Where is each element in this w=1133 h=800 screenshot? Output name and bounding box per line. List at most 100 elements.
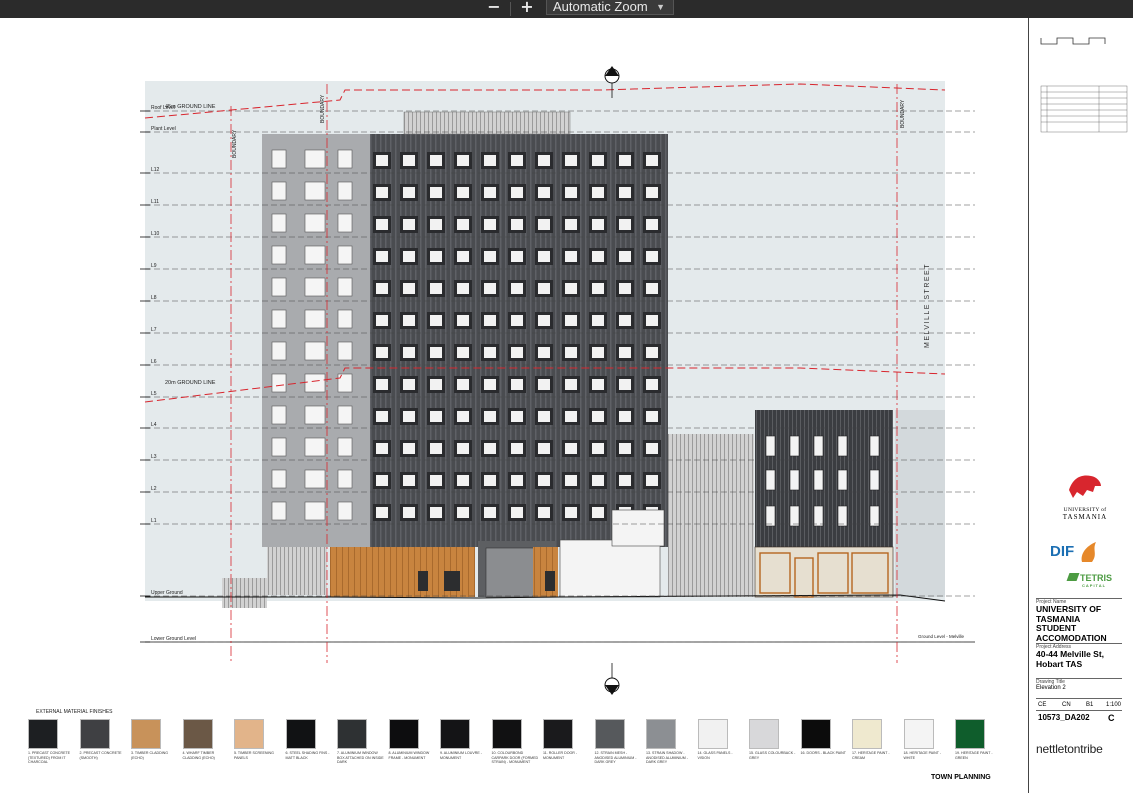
level-label: Lower Ground Level: [151, 636, 196, 642]
title-block: [1028, 18, 1133, 793]
tower-window-glass: [565, 315, 577, 326]
material-swatch-label: 19. HERITAGE PAINT - GREEN: [955, 751, 993, 760]
sheet-size: B1: [1086, 702, 1094, 708]
tower-window-glass: [430, 315, 442, 326]
tower-window-glass: [430, 347, 442, 358]
title-block-scale-and-revisions: [1040, 37, 1128, 133]
tower-window-glass: [511, 315, 523, 326]
tower-window-glass: [511, 347, 523, 358]
tower-window-glass: [511, 379, 523, 390]
material-swatch: [79, 719, 110, 749]
tower-window-glass: [565, 187, 577, 198]
material-swatch: [749, 719, 779, 749]
tower-window-glass: [430, 283, 442, 294]
material-swatch: [594, 719, 625, 749]
tower-window-glass: [484, 475, 496, 486]
tower-window-glass: [430, 411, 442, 422]
drawing-title-box: Drawing Title Elevation 2: [1036, 678, 1122, 691]
tower-window-glass: [484, 155, 496, 166]
tower-window-glass: [457, 219, 469, 230]
material-swatch-label: 5. TIMBER SCREENING PANELS: [234, 751, 274, 760]
firm-logo: nettletontribe: [1036, 742, 1103, 756]
tower-window-glass: [376, 283, 388, 294]
tower-window-glass: [376, 475, 388, 486]
tower-window-glass: [403, 475, 415, 486]
tower-window-glass: [565, 411, 577, 422]
tower-window-glass: [538, 187, 550, 198]
zoom-select[interactable]: Automatic Zoom ▼: [546, 0, 674, 15]
tower-window-glass: [430, 187, 442, 198]
tower-window-glass: [484, 507, 496, 518]
midblock-timber-screen: [668, 434, 754, 597]
tower-window-glass: [511, 411, 523, 422]
material-swatch-label: 2. PRECAST CONCRETE (SMOOTH): [79, 751, 122, 760]
material-swatch-label: 6. STEEL SHADING FINS - MATT BLACK: [285, 751, 330, 760]
tower-window-glass: [565, 283, 577, 294]
tetris-sub-text: CAPITAL: [1082, 583, 1107, 588]
level-label: L4: [151, 422, 157, 428]
tower-window-glass: [646, 187, 658, 198]
level-label: L9: [151, 263, 157, 269]
tower-window-glass: [538, 219, 550, 230]
material-swatch: [646, 719, 676, 749]
tower-window-glass: [484, 251, 496, 262]
tower-window-glass: [511, 283, 523, 294]
material-swatch: [697, 719, 728, 749]
zoom-in-button[interactable]: +: [518, 0, 536, 16]
tower-window-glass: [430, 475, 442, 486]
tower-window-glass: [430, 251, 442, 262]
tower-window-glass: [376, 219, 388, 230]
west-podium-screen: [267, 547, 327, 595]
tower-window-glass: [511, 443, 523, 454]
drawn-by: CE: [1038, 702, 1047, 708]
tower-window-glass: [538, 283, 550, 294]
drawing-number: 10573_DA202: [1038, 713, 1090, 722]
level-label: Roof Level: [151, 105, 175, 111]
tower-window-glass: [457, 379, 469, 390]
university-logo: UNIVERSITY of TASMANIA: [1050, 470, 1120, 521]
material-swatch-label: 13. STRAIN SHADOW - ANODISED ALUMINIUM -…: [646, 751, 688, 764]
tower-window-glass: [592, 283, 604, 294]
material-swatch-label: 15. GLASS COLOURBACK - GREY: [749, 751, 796, 760]
heritage-shopfront: [754, 546, 894, 598]
tower-window-glass: [484, 187, 496, 198]
toolbar-separator: [510, 2, 511, 16]
tower-window-glass: [646, 411, 658, 422]
tower-window-glass: [484, 411, 496, 422]
level-label: Upper Ground: [151, 590, 183, 596]
tower-window-glass: [538, 315, 550, 326]
level-label: L8: [151, 295, 157, 301]
materials-title: EXTERNAL MATERIAL FINISHES: [36, 709, 113, 715]
tower-window-glass: [619, 411, 631, 422]
tower-window-glass: [511, 475, 523, 486]
tower-window-glass: [457, 443, 469, 454]
tower-window-glass: [538, 155, 550, 166]
material-swatch-label: 4. WHARF TIMBER CLADDING (ECHO): [182, 751, 215, 760]
materials-legend: 1. PRECAST CONCRETE (TEXTURED) FROM IT C…: [28, 719, 1008, 769]
material-swatch: [285, 719, 316, 749]
section-marker-bottom[interactable]: [604, 663, 620, 695]
tower-window-glass: [376, 155, 388, 166]
material-swatch: [440, 719, 470, 749]
tower-window-glass: [592, 251, 604, 262]
tower-window-glass: [511, 155, 523, 166]
tower-window-glass: [484, 443, 496, 454]
dif-logo-text: DIF: [1050, 542, 1075, 560]
tower-window-glass: [376, 187, 388, 198]
level-label: L1: [151, 518, 157, 524]
material-swatch-label: 11. ROLLER DOOR - MONUMENT: [543, 751, 578, 760]
project-address-box: Project Address 40-44 Melville St, Hobar…: [1036, 643, 1122, 669]
zoom-select-value: Automatic Zoom: [553, 0, 648, 14]
tower-window-glass: [538, 379, 550, 390]
tower-window-glass: [403, 507, 415, 518]
level-label: L11: [151, 199, 159, 205]
tower-window-glass: [457, 251, 469, 262]
tower-window-glass: [538, 411, 550, 422]
tower-window-glass: [592, 411, 604, 422]
tower-window-glass: [376, 347, 388, 358]
checked-by: CN: [1062, 702, 1071, 708]
zoom-out-button[interactable]: −: [485, 0, 503, 16]
tower-window-glass: [565, 379, 577, 390]
tower-window-glass: [376, 507, 388, 518]
material-swatch: [28, 719, 58, 749]
